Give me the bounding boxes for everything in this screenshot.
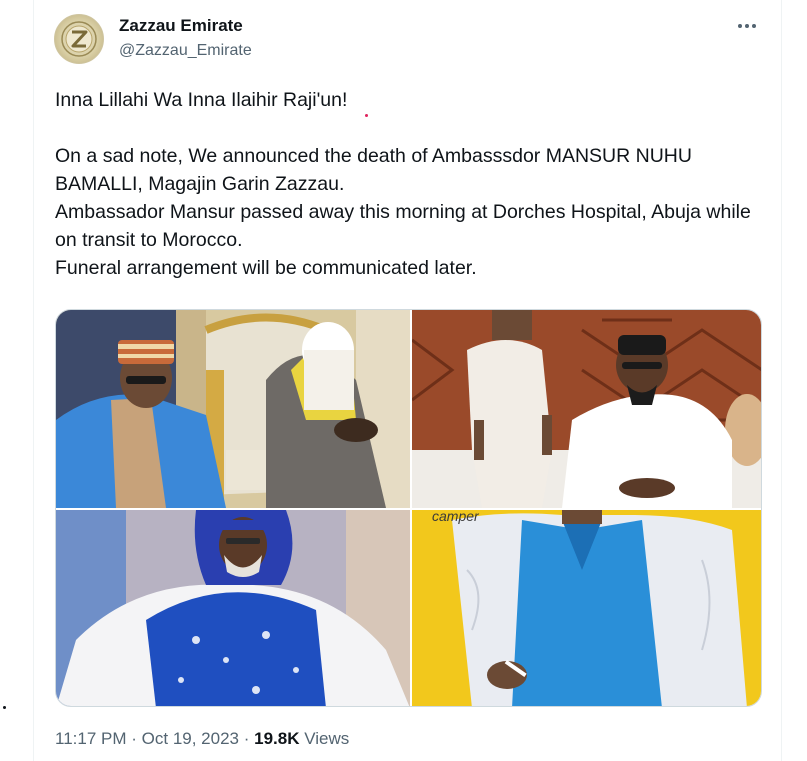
tweet-date[interactable]: Oct 19, 2023 [142, 729, 239, 748]
tweet-text: Inna Lillahi Wa Inna Ilaihir Raji'un! On… [55, 86, 765, 282]
tweet-page: Zazzau Emirate @Zazzau_Emirate Inna Lill… [0, 0, 807, 761]
user-handle[interactable]: @Zazzau_Emirate [119, 42, 252, 60]
more-options-button[interactable] [733, 14, 761, 38]
more-horizontal-icon [738, 24, 756, 28]
tweet-text-line: Ambassador Mansur passed away this morni… [55, 201, 751, 251]
photo-1[interactable] [56, 310, 410, 508]
page-dot-marker [3, 706, 6, 709]
views-label: Views [304, 729, 350, 748]
photo-2-image [412, 310, 761, 508]
media-grid: camper [55, 309, 762, 707]
avatar[interactable] [54, 14, 104, 64]
photo-4-image [412, 510, 761, 706]
tweet-text-line: On a sad note, We announced the death of… [55, 145, 692, 195]
views-count: 19.8K [254, 729, 300, 748]
emirate-logo-icon [61, 21, 97, 57]
tweet-time[interactable]: 11:17 PM [55, 729, 127, 748]
photo-3[interactable] [56, 510, 410, 706]
meta-separator: · [131, 729, 137, 748]
tweet-meta: 11:17 PM · Oct 19, 2023 · 19.8K Views [55, 729, 349, 749]
tweet-text-line: Funeral arrangement will be communicated… [55, 257, 477, 279]
cursor-dot-marker [365, 114, 368, 117]
photo-1-image [56, 310, 410, 508]
tweet-card: Zazzau Emirate @Zazzau_Emirate Inna Lill… [33, 0, 782, 761]
photo-3-image [56, 510, 410, 706]
photo-2[interactable] [412, 310, 761, 508]
display-name[interactable]: Zazzau Emirate [119, 16, 243, 36]
photo-4-caption: camper [432, 510, 479, 524]
photo-4[interactable]: camper [412, 510, 761, 706]
meta-separator: · [243, 729, 250, 748]
tweet-text-line: Inna Lillahi Wa Inna Ilaihir Raji'un! [55, 89, 348, 111]
